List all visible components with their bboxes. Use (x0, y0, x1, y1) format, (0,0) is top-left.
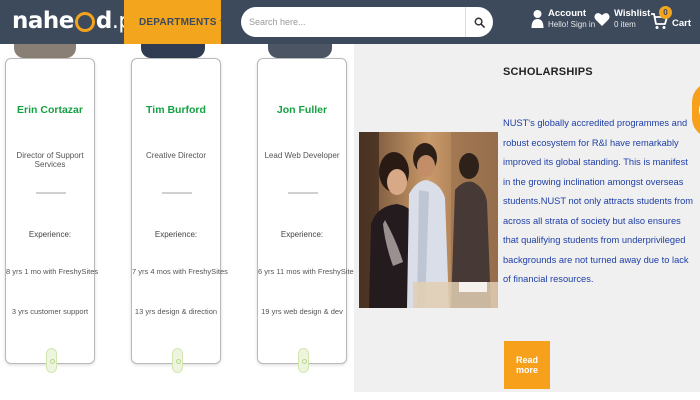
member-photo (141, 44, 205, 58)
scholarship-description: NUST's globally accredited programmes an… (503, 118, 693, 284)
card-divider (162, 192, 192, 194)
member-name: Tim Burford (146, 104, 206, 116)
cart-icon-wrap: 0 (650, 6, 672, 35)
member-photo (268, 44, 332, 58)
member-name: Erin Cortazar (17, 104, 83, 116)
member-role: Director of Support Services (16, 151, 84, 169)
scholarship-panel: SCHOLARSHIPS NUST's globally accredited … (354, 44, 700, 392)
experience-line: 19 yrs web design & dev (261, 307, 343, 316)
scroll-indicator-icon[interactable] (46, 348, 57, 373)
students-photo (359, 132, 498, 308)
search-button[interactable] (465, 7, 493, 37)
experience-line: 7 yrs 4 mos with FreshySites (132, 267, 228, 276)
search-input[interactable] (241, 7, 465, 37)
team-card: Jon Fuller Lead Web Developer Experience… (257, 58, 358, 373)
account-title: Account (548, 8, 586, 19)
member-photo (14, 44, 76, 58)
experience-label: Experience: (28, 230, 72, 239)
wishlist-title: Wishlist (614, 8, 651, 19)
cart-count-badge: 0 (659, 6, 672, 19)
cart-link[interactable]: 0 Cart (650, 6, 692, 35)
scholarship-title: SCHOLARSHIPS (503, 66, 593, 78)
heart-icon (594, 12, 610, 26)
member-role: Lead Web Developer (264, 151, 340, 160)
experience-line: 13 yrs design & direction (134, 307, 218, 316)
card-divider (36, 192, 66, 194)
caret-down-icon (219, 20, 226, 24)
logo-text-middle: d (95, 8, 112, 34)
search-bar (241, 7, 493, 37)
card-divider (288, 192, 318, 194)
account-subtitle: Hello! Sign in (548, 20, 596, 29)
member-name: Jon Fuller (276, 104, 328, 116)
search-icon (474, 17, 485, 28)
team-card: Tim Burford Creative Director Experience… (131, 58, 228, 373)
user-icon (531, 10, 544, 28)
logo-text-left: nahe (12, 8, 74, 34)
experience-label: Experience: (154, 230, 198, 239)
departments-button[interactable]: DEPARTMENTS (124, 0, 226, 44)
experience-label: Experience: (280, 230, 324, 239)
account-link[interactable]: Account Hello! Sign in (531, 8, 595, 30)
site-header: nahe d .pk DEPARTMENTS Account Hello! Si… (0, 0, 700, 44)
experience-line: 6 yrs 11 mos with FreshySites (258, 267, 358, 276)
scroll-indicator-icon[interactable] (298, 348, 309, 373)
scroll-indicator-icon[interactable] (172, 348, 183, 373)
member-role: Creative Director (145, 151, 206, 160)
wishlist-subtitle: 0 item (614, 20, 636, 29)
experience-line: 8 yrs 1 mo with FreshySites (6, 267, 99, 276)
wishlist-link[interactable]: Wishlist 0 item (594, 8, 650, 30)
experience-line: 3 yrs customer support (11, 307, 89, 316)
logo-ring-icon (74, 12, 95, 32)
team-card: Erin Cortazar Director of Support Servic… (5, 58, 99, 373)
departments-label: DEPARTMENTS (139, 16, 217, 28)
read-more-button[interactable]: Read more (504, 341, 550, 389)
cart-label: Cart (672, 18, 692, 29)
